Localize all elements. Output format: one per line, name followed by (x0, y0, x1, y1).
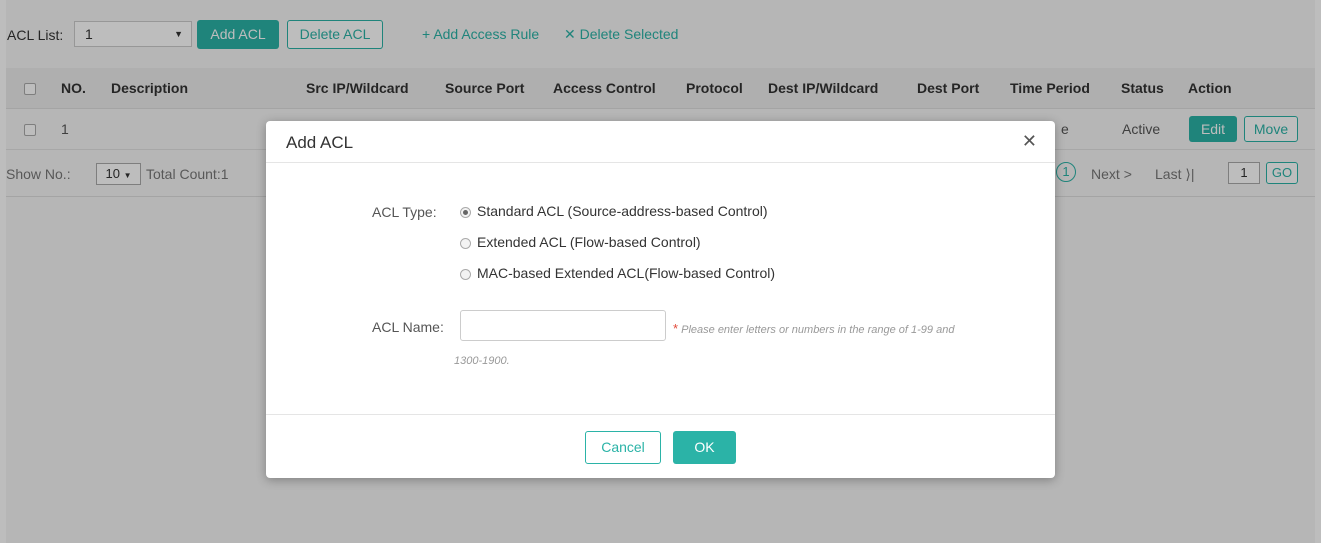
acl-type-label: ACL Type: (372, 204, 437, 220)
dialog-footer-divider (266, 414, 1055, 415)
hint-line-2: 1300-1900. (454, 355, 510, 367)
close-icon[interactable]: ✕ (1022, 131, 1037, 152)
radio-label: Standard ACL (Source-address-based Contr… (477, 203, 768, 219)
radio-button[interactable] (460, 238, 471, 249)
dialog-title: Add ACL (286, 133, 354, 152)
ok-button[interactable]: OK (673, 431, 736, 464)
dialog-header: Add ACL ✕ (266, 121, 1055, 163)
radio-label: MAC-based Extended ACL(Flow-based Contro… (477, 265, 776, 281)
required-mark: * (673, 321, 679, 336)
cancel-button[interactable]: Cancel (585, 431, 661, 464)
acl-name-hint: * Please enter letters or numbers in the… (673, 321, 954, 336)
hint-line-1: Please enter letters or numbers in the r… (681, 324, 955, 336)
acl-name-input[interactable] (460, 310, 666, 341)
radio-button[interactable] (460, 269, 471, 280)
radio-label: Extended ACL (Flow-based Control) (477, 234, 701, 250)
radio-button[interactable] (460, 207, 471, 218)
acl-name-label: ACL Name: (372, 319, 444, 335)
add-acl-dialog: Add ACL ✕ ACL Type: Standard ACL (Source… (266, 121, 1055, 478)
